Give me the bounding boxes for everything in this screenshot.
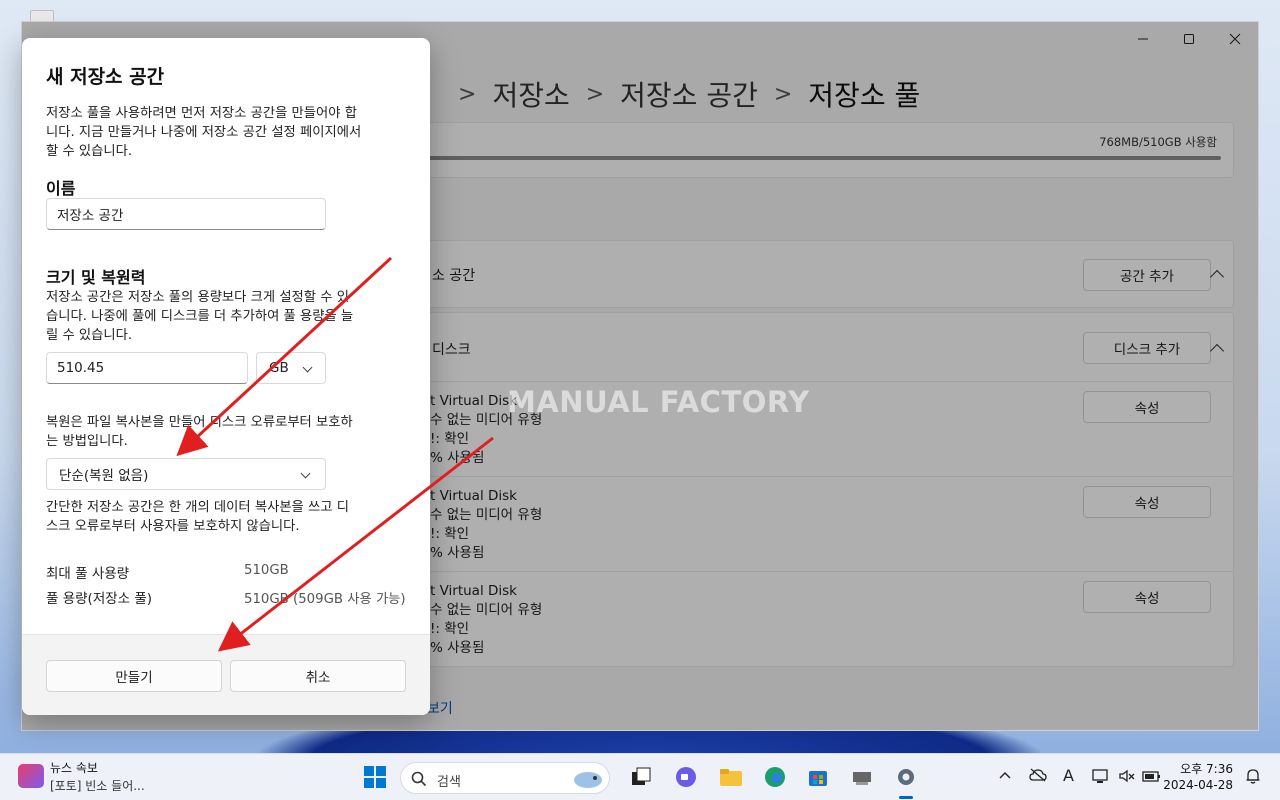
pool-capacity-label: 풀 용량(저장소 풀) (46, 591, 153, 607)
active-app-indicator (899, 796, 913, 799)
dialog-footer: 만들기 취소 (22, 634, 430, 715)
news-title[interactable]: 뉴스 속보 (50, 759, 98, 776)
battery-tray[interactable] (1142, 768, 1162, 788)
dialog-title: 새 저장소 공간 (46, 66, 165, 88)
store-icon (809, 771, 827, 786)
size-desc-line: 저장소 공간은 저장소 풀의 용량보다 크게 설정할 수 있 (46, 290, 349, 305)
resiliency-note: 간단한 저장소 공간은 한 개의 데이터 복사본을 쓰고 디 스크 오류로부터 … (46, 498, 410, 536)
chevron-down-icon (302, 362, 313, 373)
speaker-muted-icon (1119, 769, 1135, 783)
size-unit-select[interactable]: GB (256, 352, 326, 384)
resiliency-description: 복원은 파일 복사본을 만들어 디스크 오류로부터 보호하 는 방법입니다. (46, 413, 410, 451)
taskbar: 뉴스 속보 [포토] 빈소 들어... 검색 A 오후 7:36 2024-04… (0, 753, 1280, 800)
taskbar-search[interactable]: 검색 (400, 762, 610, 794)
clock-date[interactable]: 2024-04-28 (1163, 778, 1233, 792)
folder-icon (720, 769, 742, 786)
dialog-intro: 저장소 풀을 사용하려면 먼저 저장소 공간을 만들어야 합 니다. 지금 만들… (46, 104, 410, 161)
store-button[interactable] (805, 764, 831, 790)
search-highlight-icon (574, 772, 602, 788)
resiliency-desc-line: 복원은 파일 복사본을 만들어 디스크 오류로부터 보호하 (46, 415, 353, 430)
size-input[interactable]: 510.45 (46, 352, 248, 384)
watermark: MANUAL FACTORY (507, 385, 810, 419)
show-hidden-icons-button[interactable] (999, 768, 1011, 784)
cloud-off-icon (1029, 768, 1047, 782)
resiliency-desc-line: 는 방법입니다. (46, 434, 128, 449)
chat-icon (676, 767, 696, 787)
gear-icon (898, 769, 914, 785)
onedrive-tray[interactable] (1029, 768, 1047, 786)
create-button[interactable]: 만들기 (46, 660, 222, 692)
cancel-button[interactable]: 취소 (230, 660, 406, 692)
name-label: 이름 (46, 179, 76, 198)
news-subtitle[interactable]: [포토] 빈소 들어... (50, 777, 145, 794)
search-icon (411, 771, 427, 787)
search-placeholder: 검색 (437, 775, 461, 790)
bell-icon (1246, 769, 1260, 784)
start-button[interactable] (362, 764, 388, 790)
resiliency-note-line: 스크 오류로부터 사용자를 보호하지 않습니다. (46, 519, 300, 534)
resiliency-value: 단순(복원 없음) (59, 468, 149, 484)
pool-capacity-value: 510GB (509GB 사용 가능) (244, 592, 406, 607)
windows-logo-icon (364, 766, 386, 788)
size-description: 저장소 공간은 저장소 풀의 용량보다 크게 설정할 수 있 습니다. 나중에 … (46, 288, 410, 345)
battery-icon (1142, 771, 1160, 782)
intro-line: 니다. 지금 만들거나 나중에 저장소 공간 설정 페이지에서 (46, 125, 362, 140)
size-desc-line: 릴 수 있습니다. (46, 328, 133, 343)
file-explorer-button[interactable] (718, 764, 744, 790)
resiliency-note-line: 간단한 저장소 공간은 한 개의 데이터 복사본을 쓰고 디 (46, 500, 349, 515)
size-resiliency-label: 크기 및 복원력 (46, 268, 146, 287)
chevron-down-icon (300, 468, 311, 479)
settings-button[interactable] (893, 764, 919, 790)
size-unit-value: GB (269, 360, 289, 376)
edge-button[interactable] (762, 764, 788, 790)
max-pool-usage-label: 최대 풀 사용량 (46, 566, 130, 582)
network-icon (1092, 769, 1108, 783)
chevron-up-icon (999, 772, 1011, 779)
notification-button[interactable] (1245, 768, 1261, 788)
intro-line: 저장소 풀을 사용하려면 먼저 저장소 공간을 만들어야 합 (46, 106, 357, 121)
remote-app-icon (853, 772, 871, 785)
news-widget-icon[interactable] (18, 764, 44, 788)
resiliency-select[interactable]: 단순(복원 없음) (46, 458, 326, 490)
name-input[interactable]: 저장소 공간 (46, 198, 326, 230)
chat-button[interactable] (673, 764, 699, 790)
volume-tray[interactable] (1118, 768, 1136, 788)
intro-line: 할 수 있습니다. (46, 144, 133, 159)
clock-time[interactable]: 오후 7:36 (1180, 760, 1233, 777)
network-tray[interactable] (1092, 768, 1110, 788)
max-pool-usage-value: 510GB (244, 563, 289, 578)
app-button[interactable] (849, 764, 875, 790)
task-view-button[interactable] (628, 764, 654, 790)
task-view-icon (632, 767, 651, 785)
input-indicator[interactable]: A (1063, 766, 1074, 785)
edge-icon (765, 767, 785, 787)
new-storage-space-dialog: 새 저장소 공간 저장소 풀을 사용하려면 먼저 저장소 공간을 만들어야 합 … (22, 38, 430, 715)
size-desc-line: 습니다. 나중에 풀에 디스크를 더 추가하여 풀 용량을 늘 (46, 309, 354, 324)
